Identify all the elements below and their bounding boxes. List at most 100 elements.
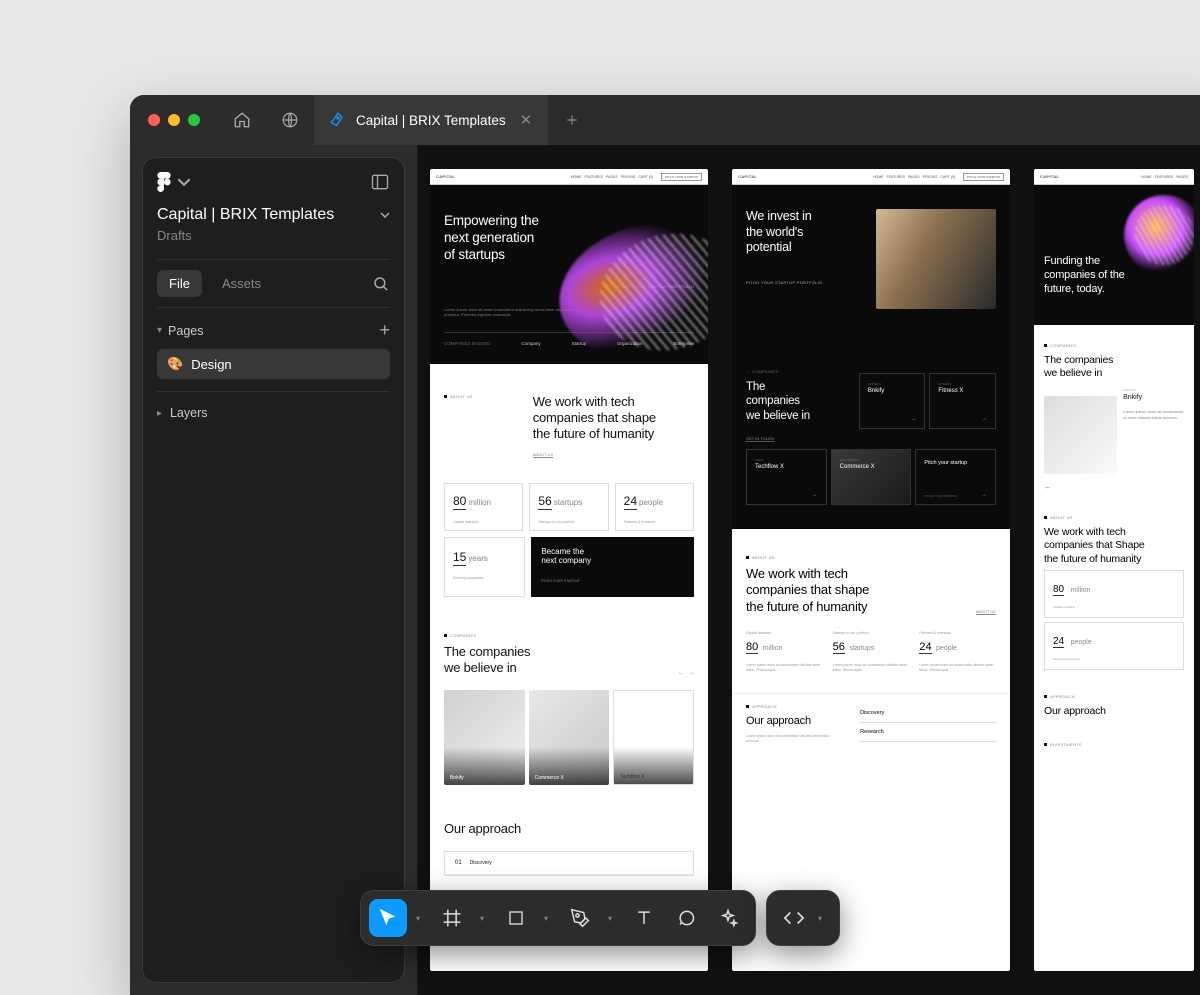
sparkle-icon xyxy=(718,908,738,928)
stat-sub: Capital Invested xyxy=(453,520,514,524)
stat-n: 24 xyxy=(919,641,931,654)
h2-line: the future of humanity xyxy=(1044,553,1184,566)
ab3-approach: APPROACH Our approach xyxy=(1034,684,1194,732)
card-name: Pitch your startup xyxy=(924,460,987,466)
artboard-1[interactable]: CAPITAL HOME FEATURES PAGES PRICING CART… xyxy=(430,169,708,971)
logo-row-label: COMPANIES BACKED xyxy=(444,341,490,346)
maximize-window-button[interactable] xyxy=(188,114,200,126)
ab3-about: ABOUT US We work with tech companies tha… xyxy=(1034,505,1194,683)
card-desc: Lorem ipsum dolor sit consectetur ut ame… xyxy=(1123,409,1184,420)
code-icon xyxy=(783,910,805,926)
dev-mode-chevron[interactable]: ▾ xyxy=(813,914,827,923)
move-tool-chevron[interactable]: ▾ xyxy=(411,914,425,923)
ab3-companies: COMPANIES The companies we believe in FI… xyxy=(1034,325,1194,505)
dev-mode-button[interactable] xyxy=(775,899,813,937)
ab2-about: ABOUT US We work with tech companies tha… xyxy=(732,529,1010,693)
ab2-approach: APPROACH Our approach Lorem ipsum dolor … xyxy=(732,693,1010,765)
project-location[interactable]: Drafts xyxy=(157,228,390,243)
text-tool[interactable] xyxy=(625,899,663,937)
hero-graphic xyxy=(1124,195,1194,275)
pen-icon xyxy=(330,112,346,128)
page-item-design[interactable]: 🎨 Design xyxy=(157,349,390,379)
eyebrow: ABOUT US xyxy=(1044,515,1184,520)
main-area: Capital | BRIX Templates Drafts File Ass… xyxy=(130,145,1200,995)
figma-menu-button[interactable] xyxy=(157,172,191,192)
eyebrow: COMPANIES xyxy=(1044,343,1184,348)
card-name: Bnkify xyxy=(868,388,917,394)
frame-icon xyxy=(442,908,462,928)
stat-n: 80 xyxy=(746,641,758,654)
toolbar-main: ▾ ▾ ▾ ▾ xyxy=(360,890,756,946)
ab3-logo: CAPITAL xyxy=(1040,174,1059,179)
nav-item: HOME xyxy=(1141,175,1152,179)
chevron-down-icon xyxy=(177,172,191,192)
text-icon xyxy=(634,908,654,928)
move-tool[interactable] xyxy=(369,899,407,937)
close-tab-button[interactable]: ✕ xyxy=(520,111,533,129)
stat-sub: Partners & Investors xyxy=(1053,657,1175,661)
card-name: Techflow X xyxy=(755,464,818,470)
close-window-button[interactable] xyxy=(148,114,160,126)
search-button[interactable] xyxy=(372,275,390,293)
shape-tool[interactable] xyxy=(497,899,535,937)
col-label: Startups in our portfolio xyxy=(833,631,910,635)
approach-desc: Lorem ipsum dolor sit consectetur ultric… xyxy=(746,734,840,744)
page-name: Design xyxy=(191,357,231,372)
new-tab-button[interactable] xyxy=(548,95,596,145)
pages-section-header[interactable]: ▾Pages + xyxy=(157,308,390,349)
nav-item: FEATURES xyxy=(585,175,603,179)
company-image xyxy=(1044,396,1117,474)
approach-h2: Our approach xyxy=(1044,705,1184,718)
card-eyebrow: FINTECH xyxy=(868,382,917,386)
approach-h2: Our approach xyxy=(746,715,840,729)
layers-label: Layers xyxy=(170,406,208,420)
tab-title: Capital | BRIX Templates xyxy=(356,113,506,128)
stat-l: startups xyxy=(849,645,874,652)
frame-tool[interactable] xyxy=(433,899,471,937)
nav-item: PRICING xyxy=(621,175,636,179)
community-button[interactable] xyxy=(266,95,314,145)
card-name: Commerce X xyxy=(840,464,903,470)
h2-line: The xyxy=(746,380,849,394)
stat-sub: Capital Invested xyxy=(1053,605,1175,609)
pen-tool[interactable] xyxy=(561,899,599,937)
carousel-nav: ←→ xyxy=(678,670,694,676)
chevron-right-icon: ▸ xyxy=(157,408,162,419)
h2-line: companies that shape xyxy=(746,582,869,598)
comment-icon xyxy=(676,908,696,928)
file-tab[interactable]: Capital | BRIX Templates ✕ xyxy=(314,95,548,145)
assets-tab-button[interactable]: Assets xyxy=(210,270,273,297)
stat-l: million xyxy=(763,645,783,652)
comment-tool[interactable] xyxy=(667,899,705,937)
project-title-dropdown[interactable]: Capital | BRIX Templates xyxy=(157,206,390,224)
stat-sub: Funding companies xyxy=(453,576,516,580)
file-tab-button[interactable]: File xyxy=(157,270,202,297)
eyebrow: COMPANIES xyxy=(444,633,694,638)
minimize-window-button[interactable] xyxy=(168,114,180,126)
ab1-about: ABOUT US We work with tech companies tha… xyxy=(430,364,708,617)
chevron-down-icon: ▾ xyxy=(157,325,162,336)
home-button[interactable] xyxy=(218,95,266,145)
panel-toggle-button[interactable] xyxy=(370,172,390,192)
canvas[interactable]: CAPITAL HOME FEATURES PAGES PRICING CART… xyxy=(418,145,1200,995)
nav-item: PAGES xyxy=(606,175,618,179)
artboard-3[interactable]: CAPITAL HOME FEATURES PAGES Funding the … xyxy=(1034,169,1194,971)
frame-tool-chevron[interactable]: ▾ xyxy=(475,914,489,923)
h2-line: companies xyxy=(746,394,849,408)
ab2-companies: COMPANIES The companies we believe in GE… xyxy=(732,319,1010,529)
stat-l: people xyxy=(936,645,957,652)
step-num: 01 xyxy=(455,860,462,866)
approach-h2: Our approach xyxy=(444,821,694,837)
shape-tool-chevron[interactable]: ▾ xyxy=(539,914,553,923)
sidebar-panel: Capital | BRIX Templates Drafts File Ass… xyxy=(142,157,405,983)
layers-section-header[interactable]: ▸ Layers xyxy=(157,391,390,428)
client-logo: Company xyxy=(521,341,540,346)
artboard-2[interactable]: CAPITAL HOME FEATURES PAGES PRICING CART… xyxy=(732,169,1010,971)
actions-tool[interactable] xyxy=(709,899,747,937)
stat-n: 56 xyxy=(833,641,845,654)
nav-item: FEATURES xyxy=(1155,175,1173,179)
cta-card: Became the next company PITCH YOUR START… xyxy=(531,537,694,597)
add-page-button[interactable]: + xyxy=(379,320,390,341)
pen-tool-chevron[interactable]: ▾ xyxy=(603,914,617,923)
step-title: Discovery xyxy=(470,860,492,866)
